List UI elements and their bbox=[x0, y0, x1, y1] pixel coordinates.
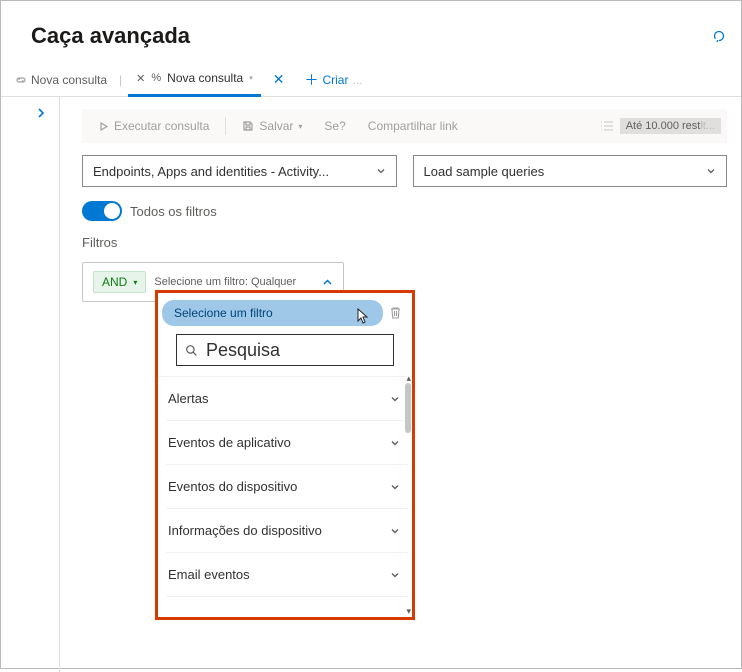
page-title: Caça avançada bbox=[31, 23, 190, 49]
and-operator-pill[interactable]: AND ▾ bbox=[93, 271, 146, 293]
chevron-down-icon bbox=[390, 394, 400, 404]
filter-option[interactable]: Informações do dispositivo bbox=[166, 509, 408, 553]
result-limit-badge[interactable]: Até 10.000 restlt... bbox=[620, 118, 721, 134]
cursor-icon bbox=[353, 308, 369, 326]
filter-option[interactable]: Email eventos bbox=[166, 553, 408, 597]
select-filter-pill[interactable]: Selecione um filtro bbox=[162, 300, 383, 326]
scope-select-label: Endpoints, Apps and identities - Activit… bbox=[93, 164, 329, 179]
chevron-down-icon bbox=[390, 570, 400, 580]
scrollbar-thumb[interactable] bbox=[405, 383, 411, 433]
sample-queries-select[interactable]: Load sample queries bbox=[413, 155, 728, 187]
filter-options-list: ▴ Alertas Eventos de aplicativo Eventos … bbox=[158, 376, 412, 617]
search-placeholder: Pesquisa bbox=[206, 340, 280, 361]
chevron-down-icon bbox=[706, 166, 716, 176]
content-panel: Executar consulta Salvar ▾ Se? Compartil… bbox=[59, 97, 741, 672]
save-icon bbox=[242, 120, 254, 132]
main-area: Executar consulta Salvar ▾ Se? Compartil… bbox=[1, 97, 741, 672]
tab-static-label: Nova consulta bbox=[31, 73, 107, 87]
run-query-button[interactable]: Executar consulta bbox=[90, 115, 217, 137]
then-label: Se? bbox=[324, 119, 345, 133]
toggle-knob bbox=[104, 203, 120, 219]
tab-bar: Nova consulta | ✕ % Nova consulta ▾ ✕ ＋ … bbox=[1, 63, 741, 97]
filters-section-label: Filtros bbox=[82, 235, 727, 250]
filter-option-label: Eventos do dispositivo bbox=[168, 479, 297, 494]
all-filters-toggle[interactable] bbox=[82, 201, 122, 221]
close-x-icon: ✕ bbox=[136, 72, 145, 85]
chevron-down-icon bbox=[390, 526, 400, 536]
sample-select-label: Load sample queries bbox=[424, 164, 545, 179]
filter-option-label: Informações do dispositivo bbox=[168, 523, 322, 538]
save-button[interactable]: Salvar ▾ bbox=[234, 115, 310, 137]
filter-option-label: Eventos de aplicativo bbox=[168, 435, 291, 450]
tab-active-label: Nova consulta bbox=[167, 71, 243, 85]
chevron-down-icon bbox=[376, 166, 386, 176]
filter-dropdown-callout: Selecione um filtro Pesquisa bbox=[155, 290, 415, 620]
toolbar-sep bbox=[225, 117, 226, 135]
scroll-down-icon[interactable]: ▾ bbox=[406, 606, 411, 617]
toggle-row: Todos os filtros bbox=[82, 201, 727, 221]
filter-option[interactable]: Eventos do dispositivo bbox=[166, 465, 408, 509]
filter-option[interactable]: Alertas bbox=[166, 377, 408, 421]
filter-option-label: Alertas bbox=[168, 391, 208, 406]
tab-new-button[interactable]: ＋ Criar ... bbox=[296, 70, 370, 90]
chevron-down-icon bbox=[390, 438, 400, 448]
and-label: AND bbox=[102, 275, 127, 289]
percent-icon: % bbox=[151, 72, 161, 84]
chevron-down-icon bbox=[390, 482, 400, 492]
expand-panel-icon[interactable] bbox=[35, 107, 47, 119]
side-collapse bbox=[1, 97, 59, 672]
list-icon bbox=[600, 120, 614, 132]
toolbar: Executar consulta Salvar ▾ Se? Compartil… bbox=[82, 109, 727, 143]
scope-select[interactable]: Endpoints, Apps and identities - Activit… bbox=[82, 155, 397, 187]
selected-filter-pill-row: Selecione um filtro bbox=[158, 293, 412, 330]
save-label: Salvar bbox=[259, 119, 293, 133]
filter-search-input[interactable]: Pesquisa bbox=[176, 334, 394, 366]
tab-close-button[interactable]: ✕ bbox=[265, 71, 293, 88]
toolbar-right: Até 10.000 restlt... bbox=[600, 118, 721, 134]
filter-hint: Selecione um filtro: Qualquer bbox=[154, 276, 296, 288]
share-link-button[interactable]: Compartilhar link bbox=[360, 115, 466, 137]
plus-icon: ＋ bbox=[304, 70, 318, 90]
play-icon bbox=[98, 121, 109, 132]
tab-active-query[interactable]: ✕ % Nova consulta ▾ bbox=[128, 63, 261, 97]
delete-icon[interactable] bbox=[389, 306, 402, 320]
selects-row: Endpoints, Apps and identities - Activit… bbox=[82, 155, 727, 187]
link-icon bbox=[15, 74, 27, 86]
tab-static-query[interactable]: Nova consulta bbox=[9, 73, 113, 87]
filter-search-wrap: Pesquisa bbox=[158, 330, 412, 370]
collapse-icon[interactable] bbox=[322, 277, 333, 288]
tab-new-suffix: ... bbox=[352, 73, 362, 87]
search-icon bbox=[185, 344, 198, 357]
help-icon[interactable] bbox=[711, 28, 727, 44]
toggle-label: Todos os filtros bbox=[130, 204, 217, 219]
filter-option-label: Email eventos bbox=[168, 567, 250, 582]
tab-new-label: Criar bbox=[322, 73, 348, 87]
tab-separator: | bbox=[117, 73, 124, 87]
filter-option[interactable]: Eventos de aplicativo bbox=[166, 421, 408, 465]
select-filter-pill-label: Selecione um filtro bbox=[174, 306, 273, 320]
chevron-down-icon: ▾ bbox=[133, 278, 137, 287]
then-button[interactable]: Se? bbox=[316, 115, 353, 137]
share-label: Compartilhar link bbox=[368, 119, 458, 133]
page-header: Caça avançada bbox=[1, 1, 741, 63]
run-label: Executar consulta bbox=[114, 119, 209, 133]
